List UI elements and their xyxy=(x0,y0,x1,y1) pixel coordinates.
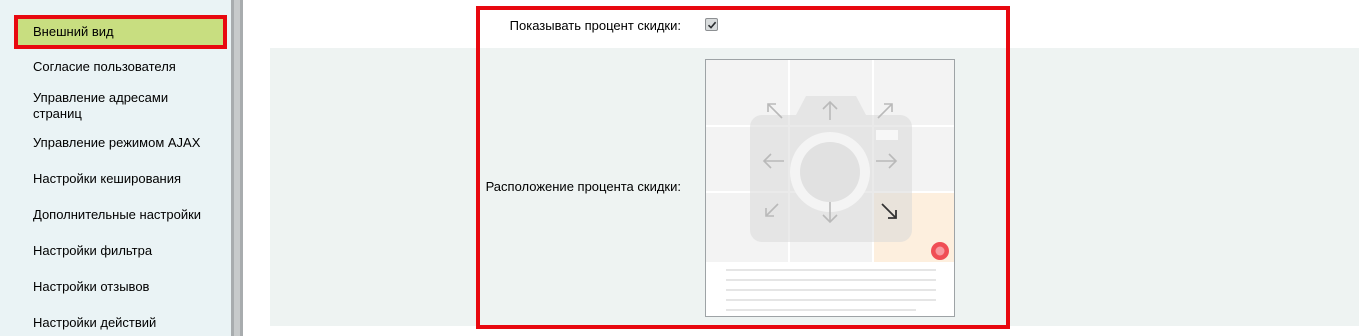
discount-position-label: Расположение процента скидки: xyxy=(485,179,681,194)
sidebar-item-ajax-mode[interactable]: Управление режимом AJAX xyxy=(18,135,223,151)
sidebar-item-additional-settings[interactable]: Дополнительные настройки xyxy=(18,207,223,223)
sidebar-item-actions-settings[interactable]: Настройки действий xyxy=(18,315,223,331)
position-cell-top-left[interactable] xyxy=(706,60,788,125)
sidebar-scrollbar[interactable] xyxy=(231,0,243,336)
position-cell-left[interactable] xyxy=(706,127,788,191)
sidebar-item-label: Внешний вид xyxy=(33,24,114,39)
show-discount-checkbox[interactable] xyxy=(705,18,718,31)
sidebar-item-reviews-settings[interactable]: Настройки отзывов xyxy=(18,279,223,295)
sidebar-item-label: Согласие пользователя xyxy=(33,59,176,74)
form-row-top xyxy=(270,0,1359,48)
sidebar-item-label: Настройки отзывов xyxy=(33,279,150,294)
position-cell-top[interactable] xyxy=(790,60,872,125)
position-cell-top-right[interactable] xyxy=(874,60,954,125)
checkmark-icon xyxy=(707,21,717,29)
show-discount-label: Показывать процент скидки: xyxy=(509,18,681,33)
discount-position-picker xyxy=(705,59,955,317)
position-cell-bottom-right[interactable] xyxy=(874,193,954,262)
position-cell-center[interactable] xyxy=(790,127,872,191)
sidebar-item-label: Управление режимом AJAX xyxy=(33,135,201,150)
sidebar: Внешний вид Согласие пользователя Управл… xyxy=(0,0,231,336)
sidebar-item-label: Дополнительные настройки xyxy=(33,207,202,222)
position-cell-right[interactable] xyxy=(874,127,954,191)
sidebar-item-cache-settings[interactable]: Настройки кеширования xyxy=(18,171,223,187)
sidebar-item-label: Настройки действий xyxy=(33,315,157,330)
position-cell-bottom-left[interactable] xyxy=(706,193,788,262)
scrollbar-thumb[interactable] xyxy=(234,0,240,336)
form-footer xyxy=(270,326,1359,336)
sidebar-item-label: Настройки фильтра xyxy=(33,243,153,258)
sidebar-item-label: Управление адресами страниц xyxy=(33,90,169,121)
sidebar-item-filter-settings[interactable]: Настройки фильтра xyxy=(18,243,223,259)
sidebar-item-label: Настройки кеширования xyxy=(33,171,182,186)
sidebar-item-user-consent[interactable]: Согласие пользователя xyxy=(18,59,223,75)
sidebar-item-appearance[interactable]: Внешний вид xyxy=(14,15,227,49)
position-cell-bottom[interactable] xyxy=(790,193,872,262)
sidebar-item-url-management[interactable]: Управление адресами страниц xyxy=(18,90,223,122)
